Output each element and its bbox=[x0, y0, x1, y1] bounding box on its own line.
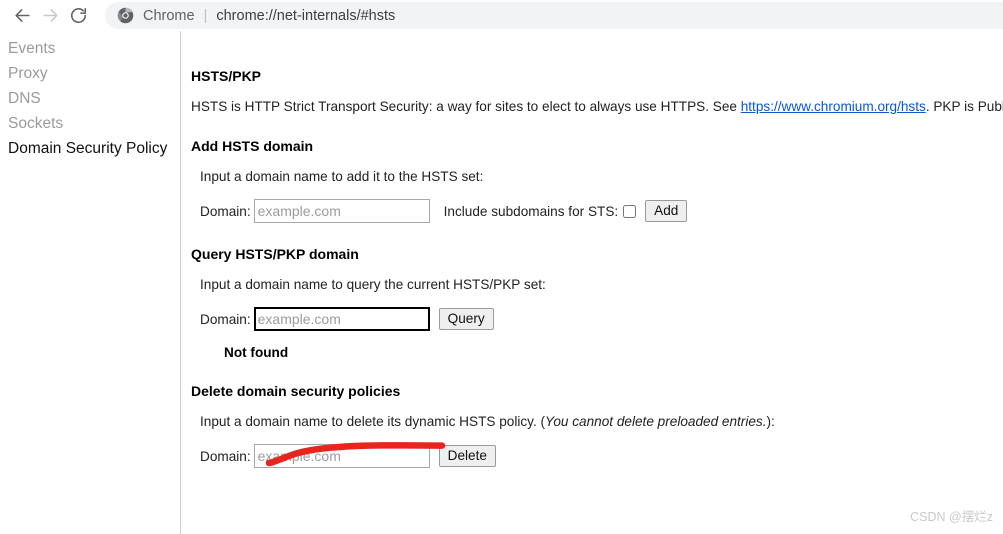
sidebar-item-dns[interactable]: DNS bbox=[0, 86, 180, 111]
sidebar-item-events[interactable]: Events bbox=[0, 36, 180, 61]
delete-button[interactable]: Delete bbox=[438, 445, 496, 467]
query-button[interactable]: Query bbox=[438, 308, 494, 330]
query-result-text: Not found bbox=[224, 345, 289, 360]
include-subdomains-checkbox[interactable] bbox=[623, 204, 637, 218]
chrome-logo-icon bbox=[117, 7, 134, 24]
add-domain-row: Domain: Include subdomains for STS: Add bbox=[200, 199, 1003, 223]
delete-description-after: ): bbox=[766, 414, 775, 429]
back-arrow-icon bbox=[13, 6, 32, 25]
add-section-heading: Add HSTS domain bbox=[191, 138, 314, 154]
browser-toolbar: Chrome | chrome://net-internals/#hsts bbox=[0, 0, 1003, 31]
main-content: HSTS/PKP HSTS is HTTP Strict Transport S… bbox=[182, 31, 1003, 534]
omnibox-separator: | bbox=[203, 7, 208, 24]
watermark-text: CSDN @摆烂z bbox=[910, 510, 993, 524]
page-title: HSTS/PKP bbox=[191, 68, 262, 84]
add-section-description: Input a domain name to add it to the HST… bbox=[200, 169, 484, 184]
address-bar[interactable]: Chrome | chrome://net-internals/#hsts bbox=[105, 2, 1003, 29]
query-domain-label: Domain: bbox=[200, 311, 251, 327]
sidebar-item-sockets[interactable]: Sockets bbox=[0, 111, 180, 136]
sidebar-item-domain-security-policy[interactable]: Domain Security Policy bbox=[0, 136, 180, 161]
add-domain-label: Domain: bbox=[200, 203, 251, 219]
delete-domain-row: Domain: Delete bbox=[200, 444, 1003, 468]
query-section-description: Input a domain name to query the current… bbox=[200, 277, 546, 292]
delete-description-italic: You cannot delete preloaded entries. bbox=[545, 414, 767, 429]
intro-paragraph: HSTS is HTTP Strict Transport Security: … bbox=[191, 98, 1003, 115]
include-subdomains-label: Include subdomains for STS: bbox=[443, 203, 619, 219]
forward-button[interactable] bbox=[36, 2, 64, 30]
add-button[interactable]: Add bbox=[645, 200, 688, 222]
omnibox-scheme-label: Chrome bbox=[143, 7, 195, 24]
back-button[interactable] bbox=[8, 2, 36, 30]
delete-description-before: Input a domain name to delete its dynami… bbox=[200, 414, 546, 429]
intro-text-before: HSTS is HTTP Strict Transport Security: … bbox=[191, 99, 741, 114]
reload-icon bbox=[69, 6, 88, 25]
reload-button[interactable] bbox=[64, 2, 92, 30]
sidebar: Events Proxy DNS Sockets Domain Security… bbox=[0, 31, 181, 534]
query-domain-row: Domain: Query bbox=[200, 307, 1003, 331]
delete-domain-input[interactable] bbox=[253, 444, 430, 468]
omnibox-url-text: chrome://net-internals/#hsts bbox=[216, 7, 396, 24]
sidebar-item-proxy[interactable]: Proxy bbox=[0, 61, 180, 86]
forward-arrow-icon bbox=[41, 6, 60, 25]
intro-text-after: . PKP is Public Key Pinning: Chrome bbox=[925, 99, 1003, 114]
page-body: Events Proxy DNS Sockets Domain Security… bbox=[0, 31, 1003, 534]
delete-section-heading: Delete domain security policies bbox=[191, 383, 401, 399]
chromium-hsts-link[interactable]: https://www.chromium.org/hsts bbox=[741, 99, 926, 114]
add-domain-input[interactable] bbox=[253, 199, 430, 223]
query-domain-input[interactable] bbox=[253, 307, 430, 331]
query-section-heading: Query HSTS/PKP domain bbox=[191, 246, 359, 262]
delete-domain-label: Domain: bbox=[200, 448, 251, 464]
delete-section-description: Input a domain name to delete its dynami… bbox=[200, 413, 1003, 430]
